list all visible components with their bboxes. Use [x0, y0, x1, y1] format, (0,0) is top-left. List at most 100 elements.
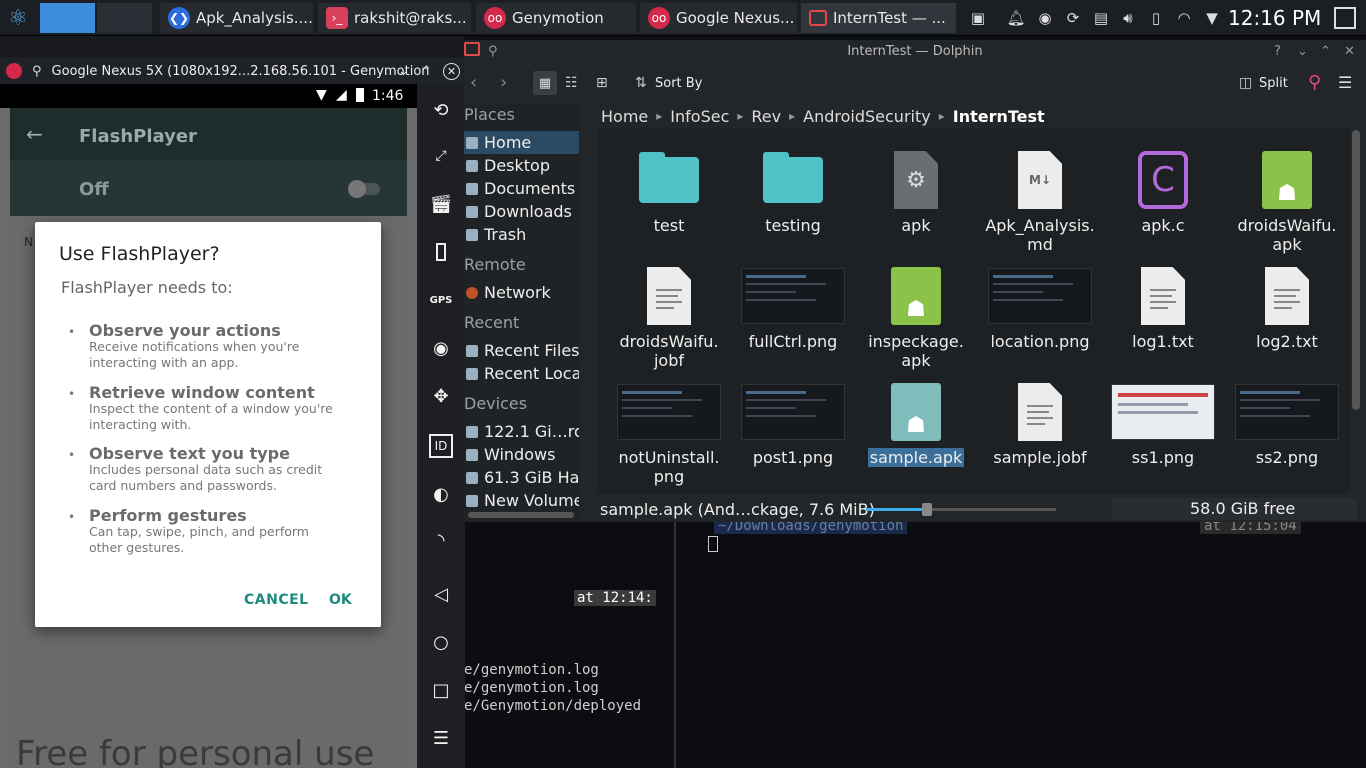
terminal-window[interactable]: ~/Downloads/genymotion at 12:15:04 at 12…	[464, 518, 1366, 768]
notification-bell-icon[interactable]: 🔔︎	[1005, 6, 1027, 30]
pin-icon[interactable]: ⚲	[488, 44, 498, 59]
maximize-button[interactable]: ⌃	[1320, 44, 1331, 59]
show-desktop-icon[interactable]	[1334, 7, 1356, 29]
file-item[interactable]: ss1.png	[1104, 380, 1222, 467]
file-item[interactable]: ss2.png	[1228, 380, 1346, 467]
pin-icon[interactable]: ⚲	[32, 64, 42, 79]
desktop-pager-1[interactable]	[40, 3, 95, 33]
file-item[interactable]: ☗ inspeckage. apk	[857, 264, 975, 370]
capture-icon[interactable]: 🎬︎	[429, 192, 453, 216]
device-item[interactable]: 61.3 GiB Hard	[464, 466, 579, 489]
file-item[interactable]: location.png	[981, 264, 1099, 351]
menu-icon[interactable]: ☰	[429, 726, 453, 750]
battery-icon[interactable]	[429, 240, 453, 264]
hamburger-menu-icon[interactable]: ☰	[1338, 73, 1352, 92]
file-item[interactable]: notUninstall. png	[610, 380, 728, 486]
app-launcher-icon[interactable]: ⚛	[4, 4, 32, 32]
breadcrumb-current[interactable]: InternTest	[953, 107, 1045, 126]
disk-io-icon[interactable]: ◐	[429, 482, 453, 506]
back-icon[interactable]: ‹	[470, 72, 477, 93]
back-icon[interactable]: ◁	[429, 582, 453, 606]
desktop-pager-2[interactable]	[97, 3, 152, 33]
file-name: droidsWaifu. jobf	[619, 332, 719, 370]
maximize-button[interactable]: ⌃	[421, 64, 432, 79]
camera-icon[interactable]: ◉	[429, 336, 453, 360]
dolphin-titlebar[interactable]: ⚲ InternTest — Dolphin ? ⌄ ⌃ ✕	[464, 40, 1366, 62]
place-desktop[interactable]: Desktop	[464, 154, 579, 177]
wifi-icon[interactable]: ◠	[1173, 6, 1195, 30]
file-item[interactable]: Capk.c	[1104, 148, 1222, 235]
file-item[interactable]: post1.png	[734, 380, 852, 467]
breadcrumb-item[interactable]: AndroidSecurity	[803, 107, 931, 126]
task-apk-analysis[interactable]: ❮❯ Apk_Analysis....	[160, 3, 313, 33]
compact-view-icon[interactable]: ☷	[565, 75, 578, 91]
task-genymotion[interactable]: oo Genymotion	[476, 3, 636, 33]
details-view-icon[interactable]: ⊞	[596, 75, 608, 91]
gps-icon[interactable]: GPS	[429, 288, 453, 312]
rotate-icon[interactable]: ⟲	[429, 98, 453, 122]
task-dolphin[interactable]: InternTest — ...	[801, 3, 956, 33]
volume-icon[interactable]: 🔊︎	[1117, 6, 1139, 30]
files-scrollbar[interactable]	[1352, 130, 1360, 410]
file-item[interactable]: sample.jobf	[981, 380, 1099, 467]
file-item[interactable]: ⚙ apk	[857, 148, 975, 235]
task-google-nexus[interactable]: oo Google Nexus...	[640, 3, 797, 33]
place-documents[interactable]: Documents	[464, 177, 579, 200]
task-terminal[interactable]: ›_ rakshit@raks...	[318, 3, 471, 33]
file-item[interactable]: log1.txt	[1104, 264, 1222, 351]
clock[interactable]: 12:16 PM	[1228, 6, 1321, 30]
tray-expand-icon[interactable]: ▼	[1201, 6, 1223, 30]
network-icon[interactable]: ◝	[429, 528, 453, 552]
service-toggle[interactable]	[348, 180, 380, 198]
file-item[interactable]: log2.txt	[1228, 264, 1346, 351]
discord-icon[interactable]: ◉	[1034, 6, 1056, 30]
file-item[interactable]: droidsWaifu. jobf	[610, 264, 728, 370]
split-icon[interactable]: ◫	[1239, 75, 1252, 91]
breadcrumb-item[interactable]: Home	[601, 107, 648, 126]
battery-icon[interactable]: ▯	[1145, 6, 1167, 30]
file-item[interactable]: fullCtrl.png	[734, 264, 852, 351]
storage-icon[interactable]: ▤	[1090, 6, 1112, 30]
zoom-slider[interactable]	[866, 503, 1056, 516]
close-button[interactable]: ✕	[1344, 44, 1355, 59]
places-scrollbar[interactable]	[468, 512, 574, 518]
device-item[interactable]: 122.1 Gi…rd	[464, 420, 579, 443]
file-item[interactable]: testing	[734, 148, 852, 235]
identifier-icon[interactable]: ID	[429, 434, 453, 458]
cancel-button[interactable]: CANCEL	[244, 592, 309, 608]
fit-screen-icon[interactable]: ⤢	[429, 144, 453, 168]
icons-view-icon[interactable]: ▦	[533, 71, 557, 95]
split-button[interactable]: Split	[1259, 76, 1288, 91]
place-trash[interactable]: Trash	[464, 223, 579, 246]
place-network[interactable]: Network	[464, 281, 579, 304]
place-home[interactable]: Home	[464, 131, 579, 154]
minimize-button[interactable]: ⌄	[398, 64, 409, 79]
search-icon[interactable]: ⚲	[1308, 72, 1321, 93]
breadcrumb-item[interactable]: InfoSec	[670, 107, 729, 126]
minimize-button[interactable]: ⌄	[1297, 44, 1308, 59]
device-item[interactable]: Windows	[464, 443, 579, 466]
move-icon[interactable]: ✥	[429, 384, 453, 408]
forward-icon[interactable]: ›	[500, 72, 507, 93]
file-item[interactable]: test	[610, 148, 728, 235]
sort-by-button[interactable]: Sort By	[655, 76, 702, 91]
dolphin-window[interactable]: ⚲ InternTest — Dolphin ? ⌄ ⌃ ✕ ‹ › ▦ ☷ ⊞…	[464, 40, 1366, 522]
back-arrow-icon[interactable]: ←	[26, 122, 43, 146]
device-item[interactable]: New Volume	[464, 489, 579, 512]
file-item[interactable]: ☗ droidsWaifu. apk	[1228, 148, 1346, 254]
close-button[interactable]: ✕	[443, 62, 460, 80]
place-downloads[interactable]: Downloads	[464, 200, 579, 223]
file-item[interactable]: M↓ Apk_Analysis. md	[981, 148, 1099, 254]
place-recent-files[interactable]: Recent Files	[464, 339, 579, 362]
recents-icon[interactable]: □	[429, 678, 453, 702]
ok-button[interactable]: OK	[329, 592, 352, 608]
sort-icon[interactable]: ⇅	[635, 75, 647, 91]
help-button[interactable]: ?	[1274, 44, 1281, 59]
clipboard-icon[interactable]: ▣	[967, 6, 989, 30]
breadcrumb-item[interactable]: Rev	[751, 107, 781, 126]
sync-icon[interactable]: ⟳	[1062, 6, 1084, 30]
file-item[interactable]: ☗ sample.apk	[857, 380, 975, 467]
place-recent-locations[interactable]: Recent Locat	[464, 362, 579, 385]
home-icon[interactable]: ○	[429, 630, 453, 654]
genymotion-titlebar[interactable]: ⚲ Google Nexus 5X (1080x192...2.168.56.1…	[0, 58, 464, 84]
